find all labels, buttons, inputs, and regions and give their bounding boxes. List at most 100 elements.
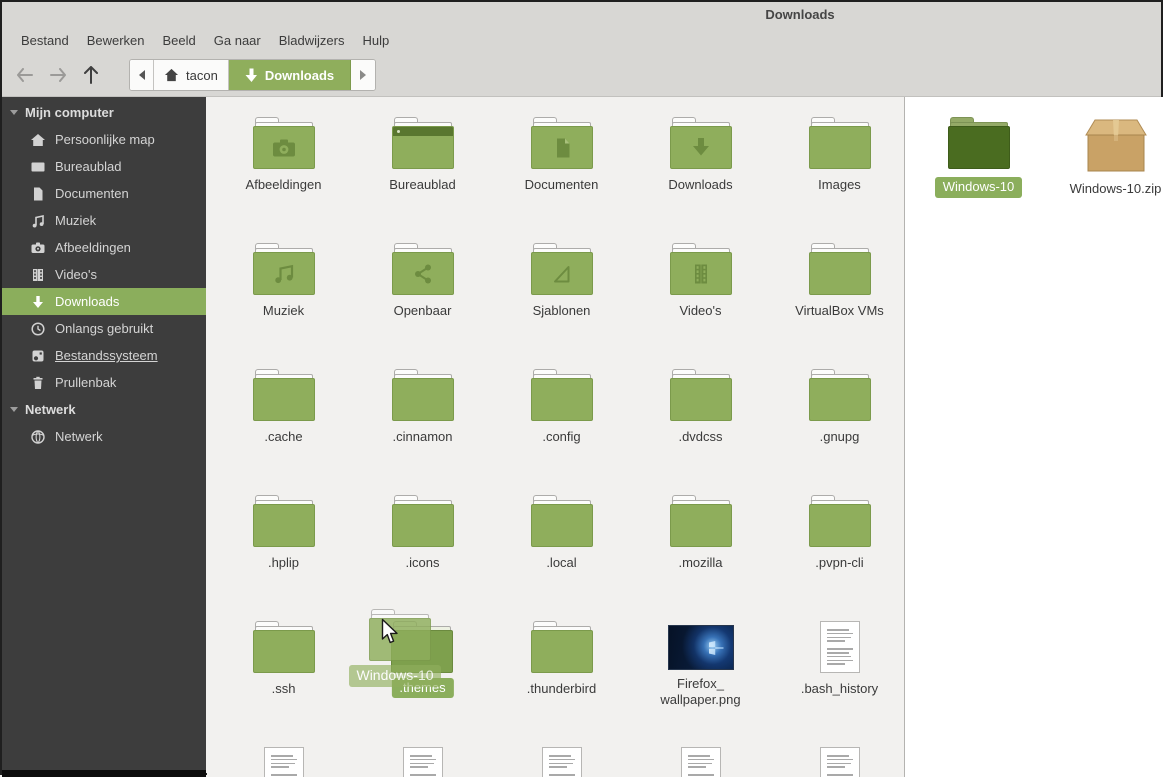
sidebar-item-onlangs-gebruikt[interactable]: Onlangs gebruikt (2, 315, 206, 342)
menu-hulp[interactable]: Hulp (354, 30, 399, 51)
folder-icon (391, 243, 455, 295)
download-icon (245, 68, 258, 83)
sidebar-item-prullenbak[interactable]: Prullenbak (2, 369, 206, 396)
text-file-icon (264, 747, 304, 777)
sidebar-item-bestandssysteem[interactable]: Bestandssysteem (2, 342, 206, 369)
left-pane-downloads[interactable]: Afbeeldingen Bureaublad Documenten Downl… (207, 97, 904, 777)
folder-dot-thunderbird[interactable]: .thunderbird (492, 621, 631, 747)
text-file-icon (820, 621, 860, 673)
file-windows-10-zip[interactable]: Windows-10.zip (1047, 117, 1163, 243)
titlebar[interactable]: Downloads (2, 2, 1161, 28)
drag-drop-cluster[interactable]: .themes Windows-10 (353, 621, 492, 747)
folder-images[interactable]: Images (770, 117, 904, 243)
folder-icon-selected (947, 117, 1011, 169)
sidebar-item-muziek[interactable]: Muziek (2, 207, 206, 234)
folder-documenten[interactable]: Documenten (492, 117, 631, 243)
desktop-emblem-icon (393, 127, 453, 136)
sidebar-item-afbeeldingen[interactable]: Afbeeldingen (2, 234, 206, 261)
file-cropped-2[interactable] (353, 747, 492, 777)
download-icon (30, 294, 46, 310)
folder-icon (252, 243, 316, 295)
folder-dot-local[interactable]: .local (492, 495, 631, 621)
folder-dot-dvdcss[interactable]: .dvdcss (631, 369, 770, 495)
sidebar-section-label: Netwerk (25, 402, 76, 417)
breadcrumb-current[interactable]: Downloads (229, 60, 351, 90)
folder-videos[interactable]: Video's (631, 243, 770, 369)
menu-bladwijzers[interactable]: Bladwijzers (270, 30, 354, 51)
document-emblem-icon (548, 135, 576, 161)
folder-sjablonen[interactable]: Sjablonen (492, 243, 631, 369)
folder-dot-gnupg[interactable]: .gnupg (770, 369, 904, 495)
expander-icon[interactable] (10, 407, 18, 412)
sidebar-item-netwerk[interactable]: Netwerk (2, 423, 206, 450)
text-file-icon (820, 747, 860, 777)
folder-icon (252, 117, 316, 169)
folder-dot-hplip[interactable]: .hplip (214, 495, 353, 621)
folder-virtualbox-vms[interactable]: VirtualBox VMs (770, 243, 904, 369)
folder-icon (530, 369, 594, 421)
expander-icon[interactable] (10, 110, 18, 115)
up-arrow-icon (84, 66, 98, 84)
folder-icon (669, 495, 733, 547)
folder-dot-config[interactable]: .config (492, 369, 631, 495)
home-icon (164, 68, 179, 82)
breadcrumb-scroll-left[interactable] (130, 60, 154, 90)
home-icon (30, 132, 46, 148)
sidebar-section-netwerk[interactable]: Netwerk (2, 396, 206, 423)
breadcrumb-home-label: tacon (186, 68, 218, 83)
template-emblem-icon (548, 261, 576, 287)
folder-dot-icons[interactable]: .icons (353, 495, 492, 621)
folder-openbaar[interactable]: Openbaar (353, 243, 492, 369)
folder-dot-mozilla[interactable]: .mozilla (631, 495, 770, 621)
back-button[interactable] (12, 64, 38, 86)
sidebar-item-documenten[interactable]: Documenten (2, 180, 206, 207)
selected-file-label: Windows-10 (935, 177, 1023, 198)
folder-dot-cache[interactable]: .cache (214, 369, 353, 495)
file-cropped-3[interactable] (492, 747, 631, 777)
text-file-icon (542, 747, 582, 777)
breadcrumb-home[interactable]: tacon (154, 60, 229, 90)
sidebar-item-downloads[interactable]: Downloads (2, 288, 206, 315)
right-pane[interactable]: Windows-10 Windows-10.zip (905, 97, 1163, 777)
sidebar-section-mijn-computer[interactable]: Mijn computer (2, 99, 206, 126)
menubar: Bestand Bewerken Beeld Ga naar Bladwijze… (2, 28, 1161, 53)
folder-dot-ssh[interactable]: .ssh (214, 621, 353, 747)
folder-afbeeldingen[interactable]: Afbeeldingen (214, 117, 353, 243)
file-firefox-wallpaper[interactable]: Firefox_ wallpaper.png (631, 621, 770, 747)
sidebar-item-bureaublad[interactable]: Bureaublad (2, 153, 206, 180)
folder-icon (808, 369, 872, 421)
file-cropped-5[interactable] (770, 747, 904, 777)
file-cropped-4[interactable] (631, 747, 770, 777)
menu-beeld[interactable]: Beeld (154, 30, 205, 51)
folder-icon (391, 117, 455, 169)
folder-dot-cinnamon[interactable]: .cinnamon (353, 369, 492, 495)
menu-bestand[interactable]: Bestand (12, 30, 78, 51)
menu-bewerken[interactable]: Bewerken (78, 30, 154, 51)
mouse-cursor-icon (381, 618, 398, 645)
folder-icon (808, 243, 872, 295)
music-icon (30, 213, 46, 229)
drag-ghost: Windows-10 (353, 621, 492, 747)
file-grid: Windows-10 Windows-10.zip (905, 97, 1163, 243)
folder-dot-pvpn-cli[interactable]: .pvpn-cli (770, 495, 904, 621)
folder-muziek[interactable]: Muziek (214, 243, 353, 369)
folder-icon (808, 495, 872, 547)
up-button[interactable] (78, 64, 104, 86)
file-cropped-1[interactable] (214, 747, 353, 777)
breadcrumb-scroll-right[interactable] (351, 60, 375, 90)
file-bash-history[interactable]: .bash_history (770, 621, 904, 747)
folder-downloads[interactable]: Downloads (631, 117, 770, 243)
sidebar-item-persoonlijke-map[interactable]: Persoonlijke map (2, 126, 206, 153)
forward-button[interactable] (45, 64, 71, 86)
chevron-right-icon (360, 70, 366, 80)
chevron-left-icon (139, 70, 145, 80)
breadcrumb-current-label: Downloads (265, 68, 334, 83)
text-file-icon (403, 747, 443, 777)
menu-ga-naar[interactable]: Ga naar (205, 30, 270, 51)
folder-bureaublad[interactable]: Bureaublad (353, 117, 492, 243)
folder-icon (252, 621, 316, 673)
archive-zip-icon (1083, 117, 1149, 173)
sidebar-item-videos[interactable]: Video's (2, 261, 206, 288)
folder-icon (808, 117, 872, 169)
folder-windows-10-selected[interactable]: Windows-10 (910, 117, 1047, 243)
